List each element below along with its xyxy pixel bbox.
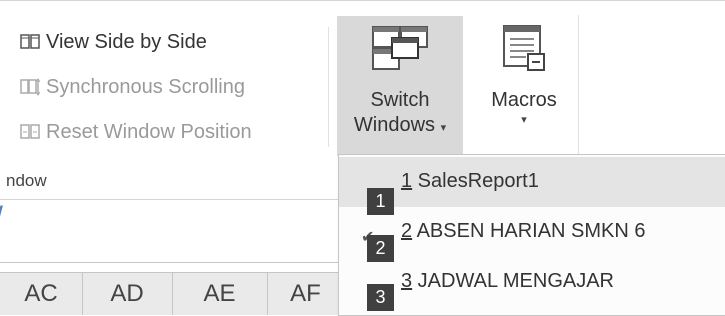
keytip-badge: 2 xyxy=(367,235,394,262)
window-menu-item[interactable]: 1 SalesReport1 xyxy=(339,157,725,207)
column-header[interactable]: AE xyxy=(172,273,268,315)
window-menu-item-label: 3 JADWAL MENGAJAR xyxy=(401,270,614,292)
window-menu-item[interactable]: ✔ 2 ABSEN HARIAN SMKN 6 xyxy=(339,207,725,257)
synchronous-scrolling-label: Synchronous Scrolling xyxy=(46,75,245,98)
window-menu-item-label: 1 SalesReport1 xyxy=(401,170,539,192)
switch-windows-label-line2: Windows ▾ xyxy=(354,113,446,141)
cursor-fragment: / xyxy=(0,200,3,237)
column-header[interactable]: AF xyxy=(267,273,345,315)
view-side-by-side-button[interactable]: View Side by Side xyxy=(20,27,207,57)
view-side-by-side-label: View Side by Side xyxy=(46,30,207,53)
chevron-down-icon: ▾ xyxy=(521,114,527,126)
switch-windows-label-text: Windows xyxy=(353,114,436,136)
macros-button[interactable]: Macros ▾ xyxy=(474,16,574,156)
window-menu-item-label: 2 ABSEN HARIAN SMKN 6 xyxy=(401,220,646,242)
ribbon-separator xyxy=(328,27,329,147)
macros-label: Macros xyxy=(491,89,557,111)
macros-icon xyxy=(503,25,545,71)
synchronous-scrolling-icon xyxy=(20,78,40,96)
column-header[interactable]: AC xyxy=(0,273,83,315)
keytip-badge: 3 xyxy=(367,284,394,311)
view-side-by-side-icon xyxy=(20,34,40,49)
reset-window-position-icon xyxy=(20,124,40,139)
switch-windows-icon xyxy=(372,26,428,70)
column-header[interactable]: AD xyxy=(82,273,173,315)
reset-window-position-button[interactable]: Reset Window Position xyxy=(20,117,252,147)
switch-windows-dropdown: 1 SalesReport1 ✔ 2 ABSEN HARIAN SMKN 6 3… xyxy=(338,154,725,316)
switch-windows-button[interactable]: Switch Windows ▾ xyxy=(337,16,463,156)
group-label-window: ndow xyxy=(6,171,47,190)
reset-window-position-label: Reset Window Position xyxy=(46,120,252,143)
ribbon-separator xyxy=(578,15,579,155)
chevron-down-icon: ▾ xyxy=(440,122,447,134)
window-menu-item[interactable]: 3 JADWAL MENGAJAR xyxy=(339,257,725,307)
switch-windows-label-line1: Switch xyxy=(370,89,430,111)
synchronous-scrolling-button[interactable]: Synchronous Scrolling xyxy=(20,72,245,102)
keytip-badge: 1 xyxy=(367,188,394,215)
